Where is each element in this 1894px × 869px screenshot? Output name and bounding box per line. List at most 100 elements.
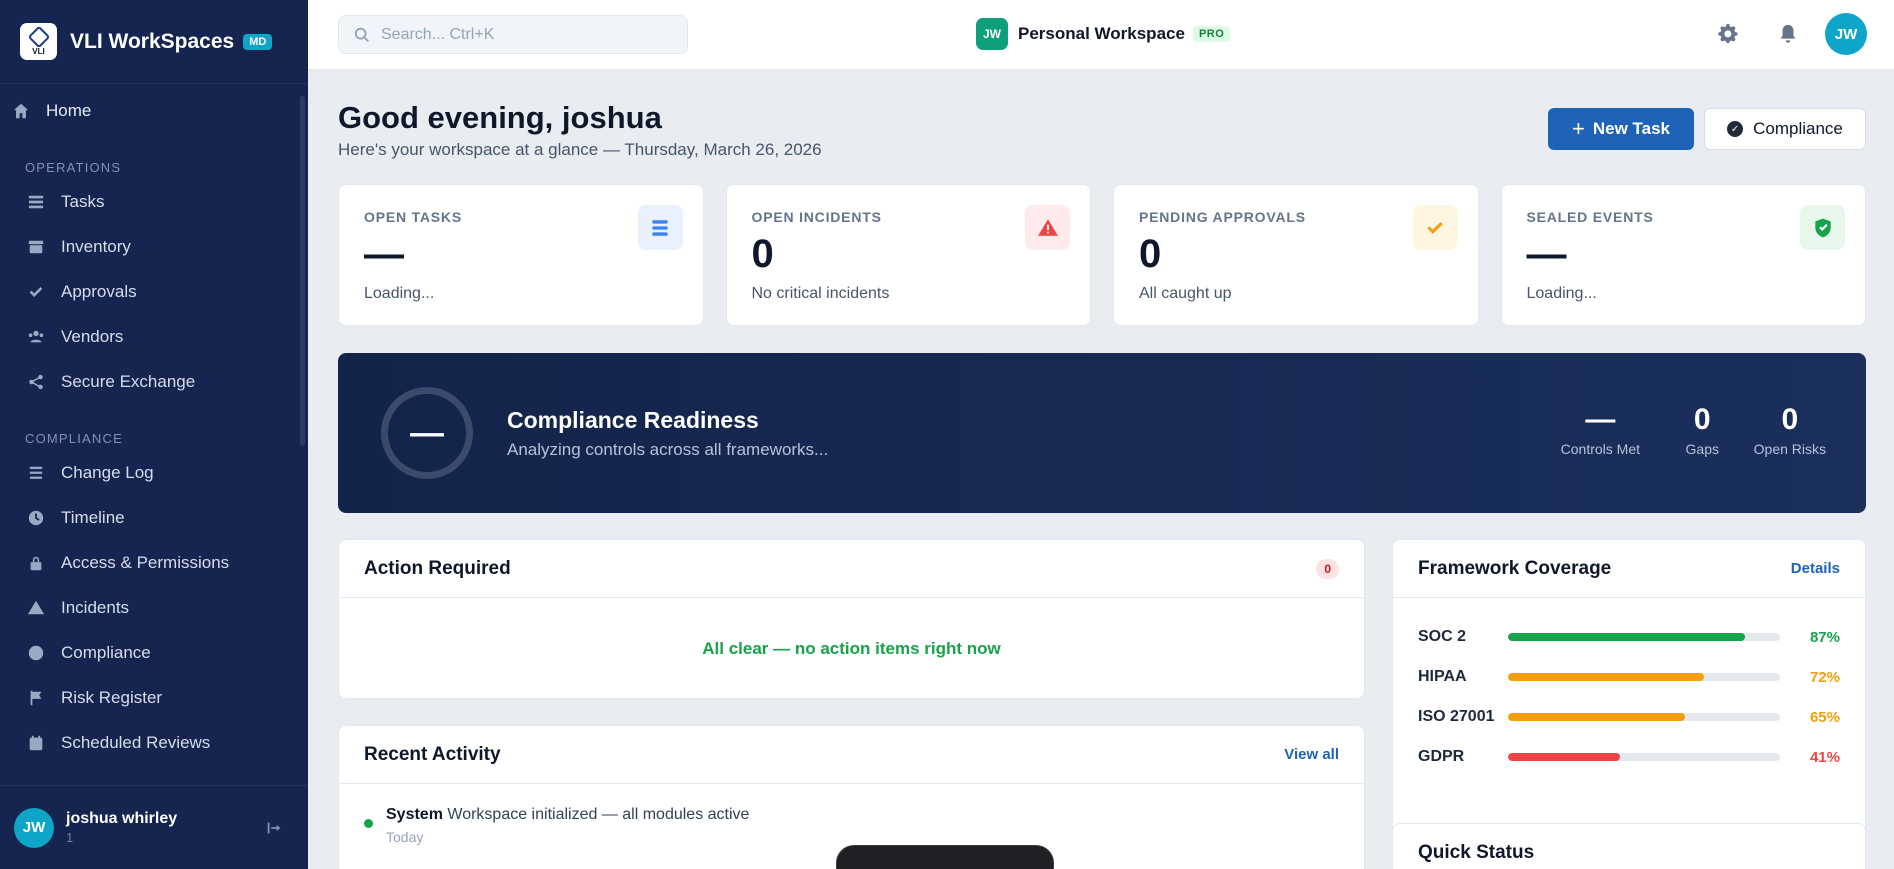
stat-label: PENDING APPROVALS — [1139, 209, 1306, 225]
new-task-button[interactable]: + New Task — [1548, 108, 1694, 150]
activity-text: Workspace initialized — all modules acti… — [447, 806, 750, 823]
sidebar-item-label: Change Log — [61, 462, 154, 482]
panel-title: Quick Status — [1418, 842, 1535, 863]
sidebar-item-home[interactable]: Home — [0, 88, 308, 133]
framework-row[interactable]: HIPAA 72% — [1393, 657, 1865, 697]
framework-row[interactable]: GDPR 41% — [1393, 737, 1865, 777]
readiness-title: Compliance Readiness — [507, 407, 759, 433]
check-icon — [27, 283, 45, 301]
collapse-sidebar-icon[interactable] — [264, 818, 284, 838]
sidebar-item-label: Compliance — [61, 642, 151, 662]
sidebar-item-label: Secure Exchange — [61, 371, 196, 391]
compliance-button[interactable]: ✓ Compliance — [1704, 108, 1866, 150]
sidebar-item-label: Home — [46, 100, 92, 120]
sidebar-item-timeline[interactable]: Timeline — [0, 495, 308, 540]
sidebar-item-label: Inventory — [61, 236, 131, 256]
framework-percent: 41% — [1809, 748, 1840, 766]
sidebar-item-scheduled-reviews[interactable]: Scheduled Reviews — [0, 720, 308, 765]
main-content: Good evening, joshua Here's your workspa… — [338, 70, 1866, 869]
stat-value: 0 — [751, 232, 774, 276]
home-icon — [12, 102, 30, 120]
framework-name: HIPAA — [1418, 668, 1467, 685]
open-risks-stat: 0 Open Risks — [1753, 403, 1826, 457]
sidebar-item-label: Incidents — [61, 597, 130, 617]
list-icon — [27, 464, 45, 482]
tasks-icon — [27, 193, 45, 211]
sidebar-header: VLI VLI WorkSpaces MD — [0, 0, 308, 84]
list-item[interactable]: System Workspace initialized — all modul… — [339, 784, 1364, 845]
panel-title: Action Required — [364, 557, 511, 579]
sidebar-item-label: Vendors — [61, 326, 124, 346]
empty-state: All clear — no action items right now — [702, 639, 1001, 658]
avatar: JW — [14, 807, 54, 848]
sidebar-item-compliance[interactable]: Compliance — [0, 630, 308, 675]
stat-sub: All caught up — [1139, 285, 1232, 302]
sidebar-nav: Home OPERATIONS Tasks Inventory Approval… — [0, 84, 308, 785]
quick-status-panel: Quick Status — [1392, 823, 1866, 869]
warning-icon — [1025, 205, 1070, 250]
activity-time: Today — [386, 829, 424, 845]
readiness-ring: — — [381, 387, 473, 479]
stat-card-pending-approvals[interactable]: PENDING APPROVALS 0 All caught up — [1113, 184, 1479, 326]
details-link[interactable]: Details — [1791, 560, 1840, 577]
sidebar-item-incidents[interactable]: Incidents — [0, 585, 308, 630]
panel-title: Framework Coverage — [1418, 557, 1612, 579]
user-name: joshua whirley — [66, 810, 178, 827]
sidebar-item-change-log[interactable]: Change Log — [0, 450, 308, 495]
framework-coverage-panel: Framework Coverage Details SOC 2 87% HIPAA… — [1392, 539, 1866, 866]
page-title: Good evening, joshua — [338, 100, 662, 135]
share-icon — [27, 373, 45, 391]
framework-name: ISO 27001 — [1418, 708, 1495, 725]
stat-card-open-incidents[interactable]: OPEN INCIDENTS 0 No critical incidents — [725, 184, 1091, 326]
search-input[interactable]: Search... Ctrl+K — [338, 15, 688, 54]
plus-icon: + — [1571, 116, 1585, 141]
framework-percent: 65% — [1809, 708, 1840, 726]
workspace-switcher[interactable]: JW Personal Workspace PRO — [976, 18, 1231, 50]
lock-icon — [27, 554, 45, 572]
stat-sub: Loading... — [1526, 285, 1597, 302]
sidebar-item-risk-register[interactable]: Risk Register — [0, 675, 308, 720]
plan-badge: PRO — [1192, 26, 1231, 42]
sidebar-item-label: Risk Register — [61, 687, 163, 707]
check-circle-icon: ✓ — [1727, 121, 1744, 137]
inventory-icon — [27, 238, 45, 256]
app-logo[interactable]: VLI — [20, 23, 57, 60]
flag-icon — [27, 689, 45, 707]
sidebar-item-secure-exchange[interactable]: Secure Exchange — [0, 359, 308, 404]
stat-value: — — [1526, 232, 1567, 276]
sidebar-item-inventory[interactable]: Inventory — [0, 224, 308, 269]
panel-title: Recent Activity — [364, 743, 501, 765]
tasks-icon — [637, 205, 683, 250]
stat-card-open-tasks[interactable]: OPEN TASKS — Loading... — [338, 184, 704, 326]
stat-sub: No critical incidents — [751, 285, 890, 302]
page-subtitle: Here's your workspace at a glance — Thur… — [338, 140, 822, 159]
sidebar-item-label: Timeline — [61, 507, 125, 527]
calendar-icon — [27, 734, 45, 752]
stat-card-sealed-events[interactable]: SEALED EVENTS — Loading... — [1500, 184, 1866, 326]
stat-label: OPEN TASKS — [364, 209, 462, 225]
gear-icon[interactable] — [1716, 22, 1740, 46]
sidebar-item-label: Approvals — [61, 281, 137, 301]
view-all-link[interactable]: View all — [1284, 746, 1339, 763]
framework-row[interactable]: SOC 2 87% — [1393, 617, 1865, 657]
floating-dock[interactable] — [836, 845, 1054, 869]
sidebar-item-access-permissions[interactable]: Access & Permissions — [0, 540, 308, 585]
framework-row[interactable]: ISO 27001 65% — [1393, 697, 1865, 737]
section-label-operations: OPERATIONS — [25, 160, 122, 175]
bell-icon[interactable] — [1776, 22, 1800, 46]
search-icon — [354, 27, 369, 42]
progress-fill — [1508, 673, 1704, 681]
sidebar-item-approvals[interactable]: Approvals — [0, 269, 308, 314]
sidebar-item-tasks[interactable]: Tasks — [0, 179, 308, 224]
sidebar-item-vendors[interactable]: Vendors — [0, 314, 308, 359]
count-badge: 0 — [1316, 558, 1339, 579]
stats-row: OPEN TASKS — Loading... OPEN INCIDENTS 0… — [338, 184, 1866, 326]
compliance-readiness-banner[interactable]: — Compliance Readiness Analyzing control… — [338, 353, 1866, 513]
readiness-subtitle: Analyzing controls across all frameworks… — [507, 440, 829, 459]
progress-bar — [1508, 633, 1780, 641]
sidebar-user[interactable]: JW joshua whirley 1 — [0, 785, 308, 869]
sidebar-item-label: Scheduled Reviews — [61, 732, 211, 752]
stat-label: SEALED EVENTS — [1526, 209, 1654, 225]
user-avatar[interactable]: JW — [1825, 13, 1867, 55]
sidebar-scrollbar[interactable] — [300, 96, 305, 446]
